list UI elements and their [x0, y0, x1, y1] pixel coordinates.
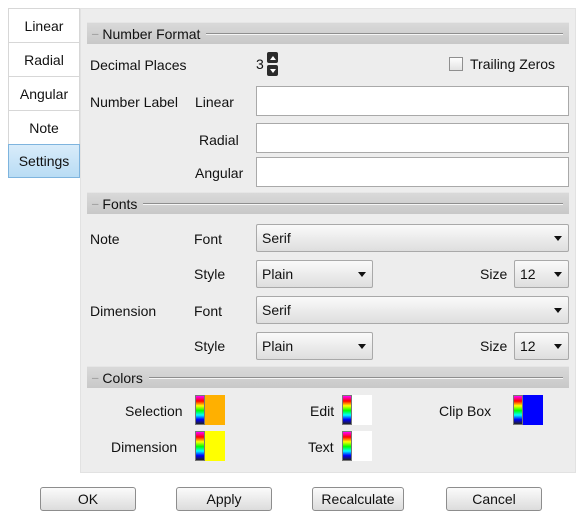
section-tick-icon: ─: [92, 28, 99, 39]
selection-color-swatch: [205, 395, 225, 425]
dimension-size-label: Size: [480, 338, 508, 354]
colors-header: ─ Colors: [87, 366, 569, 388]
spinner-down-button[interactable]: [267, 65, 278, 76]
arrow-down-icon: [269, 68, 276, 73]
chevron-down-icon: [358, 344, 366, 349]
color-spectrum-icon: [513, 395, 523, 425]
fonts-header: ─ Fonts: [87, 192, 569, 214]
dimension-color-swatch: [205, 431, 225, 461]
color-spectrum-icon: [195, 431, 205, 461]
note-font-select[interactable]: Serif: [256, 224, 569, 252]
section-divider: [143, 202, 563, 205]
tab-linear[interactable]: Linear: [8, 8, 80, 42]
spinner-up-button[interactable]: [267, 52, 278, 63]
dimension-size-value: 12: [520, 338, 536, 354]
number-format-title: Number Format: [102, 25, 201, 42]
fonts-title: Fonts: [102, 195, 138, 212]
trailing-zeros-checkbox[interactable]: [449, 57, 463, 71]
dimension-color-picker[interactable]: [195, 431, 225, 461]
chevron-down-icon: [554, 308, 562, 313]
edit-color-label: Edit: [310, 403, 335, 419]
note-size-label: Size: [480, 266, 508, 282]
selection-color-picker[interactable]: [195, 395, 225, 425]
vertical-tab-strip: Linear Radial Angular Note Settings: [8, 8, 80, 178]
number-label-label: Number Label: [90, 94, 178, 110]
section-tick-icon: ─: [92, 372, 99, 383]
number-label-angular-input[interactable]: [256, 157, 569, 187]
selection-color-label: Selection: [125, 403, 183, 419]
dimension-color-label: Dimension: [111, 439, 178, 455]
dimension-font-group-label: Dimension: [90, 303, 157, 319]
dimension-size-select[interactable]: 12: [514, 332, 569, 360]
dimension-font-select[interactable]: Serif: [256, 296, 569, 324]
edit-color-swatch: [352, 395, 372, 425]
color-spectrum-icon: [195, 395, 205, 425]
number-format-header: ─ Number Format: [87, 22, 569, 44]
section-tick-icon: ─: [92, 198, 99, 209]
clip-box-color-picker[interactable]: [513, 395, 543, 425]
trailing-zeros-label: Trailing Zeros: [470, 56, 556, 72]
text-color-label: Text: [308, 439, 334, 455]
dimension-style-select[interactable]: Plain: [256, 332, 373, 360]
decimal-places-value[interactable]: 3: [256, 56, 264, 72]
tab-angular[interactable]: Angular: [8, 76, 80, 110]
number-label-linear-label: Linear: [195, 94, 234, 110]
colors-title: Colors: [102, 369, 143, 386]
dimension-font-label: Font: [194, 303, 223, 319]
clip-box-color-swatch: [523, 395, 543, 425]
note-font-group-label: Note: [90, 231, 120, 247]
color-spectrum-icon: [342, 395, 352, 425]
dimension-font-value: Serif: [262, 302, 291, 318]
section-divider: [148, 376, 563, 379]
section-divider: [206, 32, 563, 35]
number-label-angular-label: Angular: [195, 165, 244, 181]
chevron-down-icon: [358, 272, 366, 277]
text-color-swatch: [352, 431, 372, 461]
note-style-label: Style: [194, 266, 226, 282]
note-font-label: Font: [194, 231, 223, 247]
tab-note[interactable]: Note: [8, 110, 80, 144]
tab-settings[interactable]: Settings: [8, 144, 80, 178]
edit-color-picker[interactable]: [342, 395, 372, 425]
note-size-select[interactable]: 12: [514, 260, 569, 288]
color-spectrum-icon: [342, 431, 352, 461]
chevron-down-icon: [554, 272, 562, 277]
settings-panel: ─ Number Format Decimal Places 3 Trailin…: [80, 8, 576, 473]
cancel-button[interactable]: Cancel: [446, 487, 542, 511]
dimension-style-label: Style: [194, 338, 226, 354]
note-font-value: Serif: [262, 230, 291, 246]
text-color-picker[interactable]: [342, 431, 372, 461]
chevron-down-icon: [554, 236, 562, 241]
clip-box-color-label: Clip Box: [439, 403, 492, 419]
chevron-down-icon: [554, 344, 562, 349]
apply-button[interactable]: Apply: [176, 487, 272, 511]
decimal-places-label: Decimal Places: [90, 57, 187, 73]
note-style-select[interactable]: Plain: [256, 260, 373, 288]
number-label-linear-input[interactable]: [256, 86, 569, 116]
note-style-value: Plain: [262, 266, 294, 282]
number-label-radial-input[interactable]: [256, 123, 569, 153]
note-size-value: 12: [520, 266, 536, 282]
number-label-radial-label: Radial: [199, 132, 239, 148]
arrow-up-icon: [269, 55, 276, 60]
tab-radial[interactable]: Radial: [8, 42, 80, 76]
ok-button[interactable]: OK: [40, 487, 136, 511]
recalculate-button[interactable]: Recalculate: [312, 487, 404, 511]
dimension-style-value: Plain: [262, 338, 294, 354]
